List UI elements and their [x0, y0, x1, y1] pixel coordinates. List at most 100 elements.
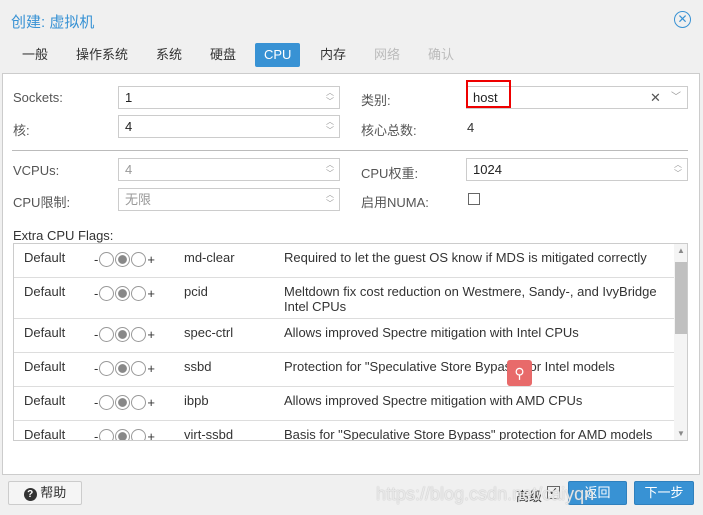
flag-toggle[interactable]: - +: [94, 361, 155, 376]
tab-memory[interactable]: 内存: [311, 43, 355, 67]
flag-description: Protection for "Speculative Store Bypass…: [284, 359, 615, 374]
help-icon: ?: [23, 488, 37, 501]
radio-off[interactable]: [99, 252, 115, 267]
flag-row: Default - + ssbd Protection for "Specula…: [14, 353, 674, 387]
flag-name: md-clear: [184, 250, 235, 265]
plus-label: +: [147, 361, 155, 376]
flag-state: Default: [24, 427, 66, 441]
highlight-box: [466, 80, 511, 108]
minus-label: -: [94, 327, 99, 342]
spinner-icon[interactable]: ︿ ﹀: [674, 160, 682, 178]
help-label: 帮助: [40, 485, 67, 500]
radio-off[interactable]: [99, 429, 115, 440]
type-label: 类别:: [361, 93, 391, 108]
flag-toggle[interactable]: - +: [94, 286, 155, 301]
spinner-icon[interactable]: ︿ ﹀: [326, 88, 334, 106]
flag-description: Required to let the guest OS know if MDS…: [284, 250, 647, 265]
tab-cpu[interactable]: CPU: [255, 43, 301, 67]
flag-row: Default - + pcid Meltdown fix cost reduc…: [14, 278, 674, 319]
numa-checkbox[interactable]: [468, 193, 480, 205]
cpu-limit-input[interactable]: 无限 ︿ ﹀: [118, 188, 340, 211]
vcpus-label: VCPUs:: [13, 163, 60, 178]
cores-input[interactable]: 4 ︿ ﹀: [118, 115, 340, 138]
flag-state: Default: [24, 359, 66, 374]
plus-label: +: [147, 395, 155, 410]
sockets-value: 1: [125, 90, 133, 105]
cpu-weight-value: 1024: [473, 162, 502, 177]
cpu-limit-label: CPU限制:: [13, 195, 71, 210]
spinner-icon[interactable]: ︿ ﹀: [326, 160, 334, 178]
flag-row: Default - + md-clear Required to let the…: [14, 244, 674, 278]
tab-general[interactable]: 一般: [13, 43, 57, 67]
flag-name: ibpb: [184, 393, 209, 408]
radio-default[interactable]: [115, 286, 131, 301]
flag-description: Meltdown fix cost reduction on Westmere,…: [284, 284, 657, 314]
flag-row: Default - + virt-ssbd Basis for "Specula…: [14, 421, 674, 441]
tab-confirm: 确认: [428, 47, 455, 62]
radio-default[interactable]: [115, 327, 131, 342]
numa-label: 启用NUMA:: [361, 195, 429, 210]
plus-label: +: [147, 252, 155, 267]
radio-default[interactable]: [115, 361, 131, 376]
flag-state: Default: [24, 284, 66, 299]
divider: [12, 150, 688, 151]
total-cores-value: 4: [467, 120, 475, 135]
flag-toggle[interactable]: - +: [94, 252, 155, 267]
radio-default[interactable]: [115, 429, 131, 440]
radio-off[interactable]: [99, 286, 115, 301]
spinner-icon[interactable]: ︿ ﹀: [326, 117, 334, 135]
tab-os[interactable]: 操作系统: [67, 43, 137, 67]
vcpus-value: 4: [125, 162, 133, 177]
scroll-down-icon[interactable]: ▼: [677, 429, 685, 438]
radio-off[interactable]: [99, 395, 115, 410]
clear-icon[interactable]: ✕: [650, 87, 661, 108]
radio-off[interactable]: [99, 361, 115, 376]
radio-on[interactable]: [131, 429, 147, 440]
radio-on[interactable]: [131, 327, 147, 342]
spinner-icon[interactable]: ︿ ﹀: [326, 190, 334, 208]
scrollbar-thumb[interactable]: [675, 262, 687, 334]
flag-description: Allows improved Spectre mitigation with …: [284, 325, 579, 340]
help-button[interactable]: ? 帮助: [8, 481, 82, 505]
cpu-limit-value: 无限: [125, 192, 152, 207]
tab-network: 网络: [374, 47, 401, 62]
flag-toggle[interactable]: - +: [94, 395, 155, 410]
flag-name: pcid: [184, 284, 208, 299]
search-overlay-icon[interactable]: ⚲: [507, 360, 532, 386]
scroll-up-icon[interactable]: ▲: [677, 246, 685, 255]
next-button[interactable]: 下一步: [634, 481, 694, 505]
radio-on[interactable]: [131, 286, 147, 301]
plus-label: +: [147, 327, 155, 342]
chevron-down-icon[interactable]: ﹀: [671, 87, 681, 108]
flag-state: Default: [24, 393, 66, 408]
tab-system[interactable]: 系统: [147, 43, 191, 67]
radio-on[interactable]: [131, 361, 147, 376]
sockets-input[interactable]: 1 ︿ ﹀: [118, 86, 340, 109]
cores-value: 4: [125, 119, 133, 134]
cpu-flags-table: Default - + md-clear Required to let the…: [13, 243, 688, 441]
close-icon[interactable]: ✕: [674, 11, 691, 28]
plus-label: +: [147, 429, 155, 441]
sockets-label: Sockets:: [13, 90, 63, 105]
flag-toggle[interactable]: - +: [94, 429, 155, 441]
flag-state: Default: [24, 325, 66, 340]
flag-description: Allows improved Spectre mitigation with …: [284, 393, 583, 408]
total-cores-label: 核心总数:: [361, 123, 417, 138]
radio-on[interactable]: [131, 252, 147, 267]
minus-label: -: [94, 429, 99, 441]
flag-row: Default - + spec-ctrl Allows improved Sp…: [14, 319, 674, 353]
minus-label: -: [94, 252, 99, 267]
flag-toggle[interactable]: - +: [94, 327, 155, 342]
minus-label: -: [94, 395, 99, 410]
cores-label: 核:: [13, 123, 30, 138]
radio-off[interactable]: [99, 327, 115, 342]
cpu-weight-label: CPU权重:: [361, 166, 419, 181]
radio-on[interactable]: [131, 395, 147, 410]
radio-default[interactable]: [115, 395, 131, 410]
vcpus-input[interactable]: 4 ︿ ﹀: [118, 158, 340, 181]
extra-flags-label: Extra CPU Flags:: [13, 228, 114, 243]
minus-label: -: [94, 361, 99, 376]
radio-default[interactable]: [115, 252, 131, 267]
cpu-weight-input[interactable]: 1024 ︿ ﹀: [466, 158, 688, 181]
tab-disk[interactable]: 硬盘: [201, 43, 245, 67]
